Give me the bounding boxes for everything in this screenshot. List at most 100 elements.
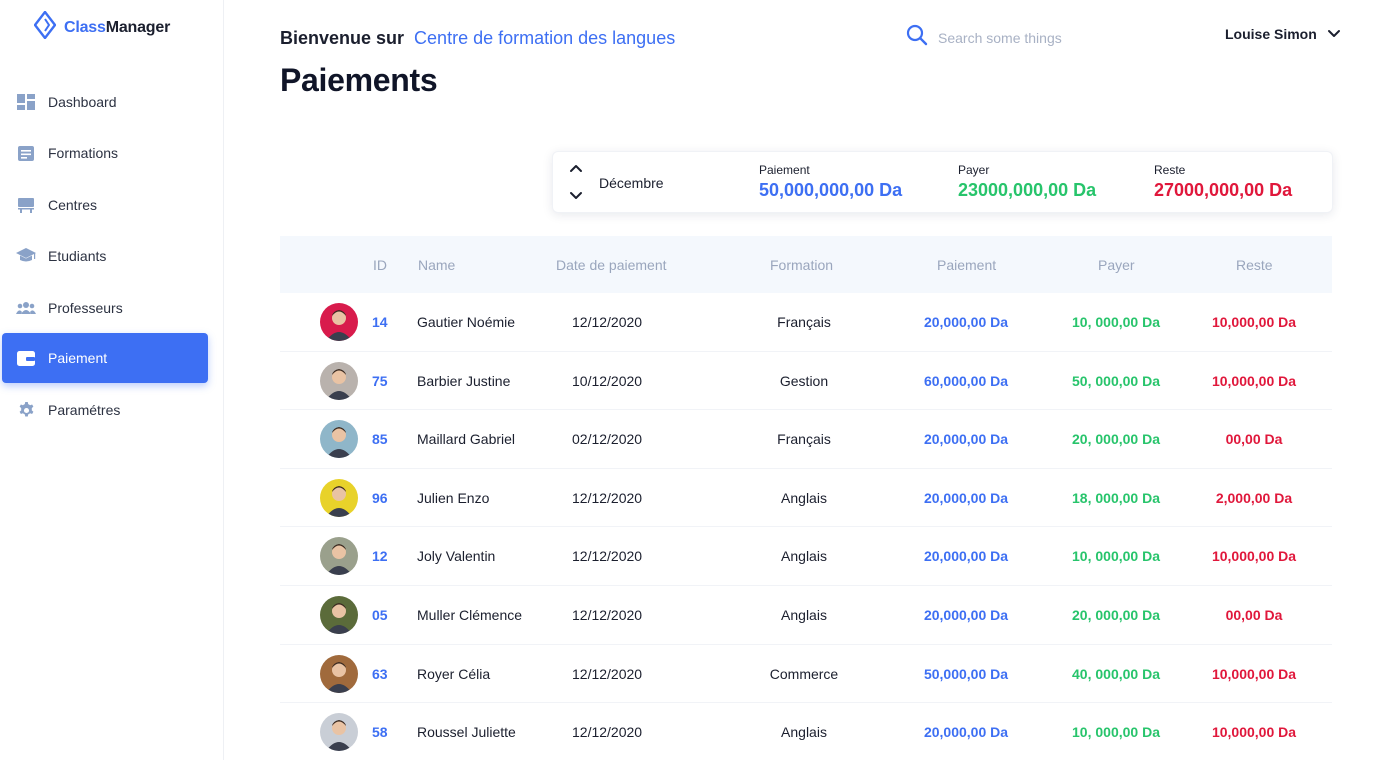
app-name: ClassManager <box>64 18 171 36</box>
stat-label: Reste <box>1154 163 1186 177</box>
row-payer: 10, 000,00 Da <box>1072 724 1160 741</box>
avatar[interactable] <box>320 654 358 693</box>
table-row[interactable]: 75 Barbier Justine 10/12/2020 Gestion 60… <box>280 352 1332 411</box>
row-payer: 50, 000,00 Da <box>1072 372 1160 389</box>
row-id[interactable]: 96 <box>372 490 388 506</box>
diamond-logo-icon <box>33 10 57 44</box>
table-row[interactable]: 58 Roussel Juliette 12/12/2020 Anglais 2… <box>280 703 1332 760</box>
sidebar-item-parametres[interactable]: Paramétres <box>2 385 208 435</box>
sidebar-item-label: Dashboard <box>48 94 117 110</box>
column-header-payer[interactable]: Payer <box>1098 257 1135 273</box>
table-row[interactable]: 96 Julien Enzo 12/12/2020 Anglais 20,000… <box>280 469 1332 528</box>
row-formation: Anglais <box>781 724 827 741</box>
row-paiement: 20,000,00 Da <box>923 724 1009 741</box>
avatar[interactable] <box>320 361 358 400</box>
sidebar-item-label: Paiement <box>48 350 108 366</box>
sidebar-item-dashboard[interactable]: Dashboard <box>2 77 208 127</box>
row-name: Gautier Noémie <box>417 314 516 330</box>
dashboard-icon <box>16 92 36 112</box>
table-row[interactable]: 14 Gautier Noémie 12/12/2020 Français 20… <box>280 293 1332 352</box>
sidebar: ClassManager Dashboard Formations Centre… <box>0 0 224 760</box>
row-reste: 10,000,00 Da <box>1211 314 1297 330</box>
row-reste: 10,000,00 Da <box>1211 548 1297 565</box>
gear-icon <box>16 400 36 420</box>
sidebar-item-label: Formations <box>48 145 119 161</box>
row-reste: 10,000,00 Da <box>1211 724 1297 741</box>
avatar[interactable] <box>320 420 358 459</box>
column-header-reste[interactable]: Reste <box>1236 257 1273 273</box>
row-name: Muller Clémence <box>417 606 523 623</box>
row-name: Maillard Gabriel <box>417 431 516 448</box>
row-paiement: 20,000,00 Da <box>923 606 1009 623</box>
row-id[interactable]: 85 <box>372 431 388 447</box>
row-date: 12/12/2020 <box>572 724 643 741</box>
center-link[interactable]: Centre de formation des langues <box>414 28 675 49</box>
page-title: Paiements <box>280 62 438 98</box>
app-logo[interactable]: ClassManager <box>33 10 171 44</box>
graduation-cap-icon <box>16 246 36 266</box>
row-id[interactable]: 75 <box>372 373 388 389</box>
avatar[interactable] <box>320 537 358 576</box>
people-icon <box>16 298 36 318</box>
stat-value: 27000,000,00 Da <box>1154 180 1293 200</box>
row-date: 12/12/2020 <box>572 314 643 330</box>
wallet-icon <box>16 348 36 368</box>
row-date: 10/12/2020 <box>572 372 643 389</box>
row-reste: 00,00 Da <box>1225 431 1283 448</box>
chevron-down-icon[interactable] <box>569 188 583 206</box>
column-header-formation[interactable]: Formation <box>770 257 833 273</box>
row-paiement: 20,000,00 Da <box>923 489 1009 506</box>
row-date: 12/12/2020 <box>572 489 643 506</box>
table-row[interactable]: 05 Muller Clémence 12/12/2020 Anglais 20… <box>280 586 1332 645</box>
row-paiement: 20,000,00 Da <box>923 548 1009 565</box>
row-formation: Français <box>777 314 831 330</box>
welcome-line: Bienvenue sur Centre de formation des la… <box>280 28 675 49</box>
sidebar-item-professeurs[interactable]: Professeurs <box>2 283 208 333</box>
row-formation: Commerce <box>769 665 839 682</box>
column-header-date[interactable]: Date de paiement <box>556 257 667 273</box>
row-payer: 20, 000,00 Da <box>1072 431 1160 448</box>
avatar[interactable] <box>320 713 358 752</box>
column-header-id[interactable]: ID <box>373 257 387 273</box>
row-id[interactable]: 63 <box>372 666 388 682</box>
stat-payer: Payer 23000,000,00 Da <box>958 163 1096 201</box>
row-formation: Anglais <box>781 489 827 506</box>
stat-value: 23000,000,00 Da <box>958 180 1097 200</box>
avatar[interactable] <box>320 303 358 341</box>
chevron-up-icon[interactable] <box>569 160 583 178</box>
avatar[interactable] <box>320 595 358 634</box>
building-icon <box>16 195 36 215</box>
row-id[interactable]: 12 <box>372 548 388 564</box>
row-formation: Français <box>777 431 831 448</box>
sidebar-item-label: Professeurs <box>48 300 123 316</box>
row-reste: 2,000,00 Da <box>1215 489 1293 506</box>
sidebar-item-paiement[interactable]: Paiement <box>2 333 208 383</box>
sidebar-item-formations[interactable]: Formations <box>2 128 208 178</box>
row-date: 02/12/2020 <box>572 431 643 448</box>
row-reste: 10,000,00 Da <box>1211 665 1297 682</box>
row-formation: Anglais <box>781 606 827 623</box>
user-name: Louise Simon <box>1225 26 1317 42</box>
row-name: Barbier Justine <box>417 372 511 389</box>
search-icon[interactable] <box>906 24 928 51</box>
row-id[interactable]: 05 <box>372 607 388 623</box>
payment-summary-card: Décembre Paiement 50,000,000,00 Da Payer… <box>552 151 1333 213</box>
search-input[interactable] <box>938 29 1098 46</box>
row-date: 12/12/2020 <box>572 665 643 682</box>
stat-reste: Reste 27000,000,00 Da <box>1154 163 1292 201</box>
row-payer: 10, 000,00 Da <box>1072 314 1160 330</box>
document-icon <box>16 143 36 163</box>
avatar[interactable] <box>320 478 358 517</box>
user-menu[interactable]: Louise Simon <box>1225 26 1341 42</box>
sidebar-item-centres[interactable]: Centres <box>2 180 208 230</box>
table-row[interactable]: 12 Joly Valentin 12/12/2020 Anglais 20,0… <box>280 527 1332 586</box>
sidebar-item-etudiants[interactable]: Etudiants <box>2 231 208 281</box>
row-id[interactable]: 58 <box>372 724 388 740</box>
stat-value: 50,000,000,00 Da <box>759 180 903 200</box>
row-id[interactable]: 14 <box>372 314 388 330</box>
column-header-paiement[interactable]: Paiement <box>937 257 996 273</box>
row-formation: Gestion <box>779 372 829 389</box>
table-row[interactable]: 63 Royer Célia 12/12/2020 Commerce 50,00… <box>280 645 1332 704</box>
table-row[interactable]: 85 Maillard Gabriel 02/12/2020 Français … <box>280 410 1332 469</box>
column-header-name[interactable]: Name <box>418 257 455 273</box>
